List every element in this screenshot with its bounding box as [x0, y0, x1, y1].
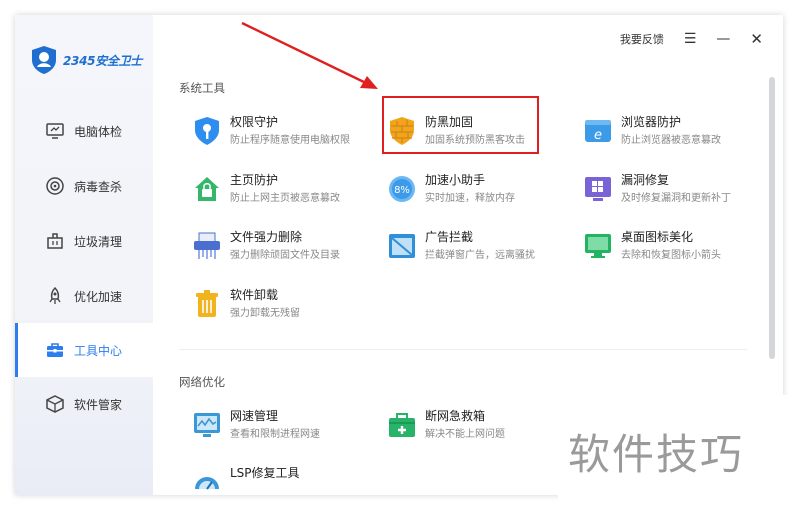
tool-ad-block[interactable]: 广告拦截 拦截弹窗广告，远离骚扰 [387, 228, 577, 268]
tool-software-uninstall[interactable]: 软件卸载 强力卸载无残留 [192, 286, 382, 326]
monitor-icon [46, 123, 64, 139]
tool-desc: 及时修复漏洞和更新补丁 [621, 193, 731, 204]
sidebar-item-cleanup[interactable]: 垃圾清理 [15, 214, 153, 268]
toolbox-icon [47, 343, 63, 357]
tool-name: 桌面图标美化 [621, 230, 694, 244]
tool-desc: 防止上网主页被恶意篡改 [230, 193, 340, 204]
app-logo: 2345安全卫士 [31, 45, 142, 75]
first-aid-kit-icon [389, 413, 415, 437]
svg-text:8%: 8% [394, 185, 410, 196]
sidebar-item-label: 优化加速 [74, 290, 123, 304]
tool-permission-guard[interactable]: 权限守护 防止程序随意使用电脑权限 [192, 113, 382, 153]
sidebar-item-label: 工具中心 [74, 344, 123, 358]
uninstall-bin-icon [196, 290, 218, 317]
section-title-system-tools: 系统工具 [179, 81, 225, 95]
tool-name: 文件强力删除 [230, 230, 303, 244]
rocket-icon [49, 286, 61, 304]
sidebar-item-software-manager[interactable]: 软件管家 [15, 377, 153, 431]
tool-desc: 强力卸载无残留 [230, 308, 300, 319]
active-indicator [15, 323, 18, 377]
watermark-text: 软件技巧 [568, 430, 745, 479]
tool-desc: 强力删除顽固文件及目录 [230, 250, 340, 261]
key-shield-icon [195, 117, 219, 145]
sidebar: 2345安全卫士 电脑体检 病毒查杀 垃圾清理 优化加速 工具中心 软件管家 [15, 15, 153, 495]
feedback-link[interactable]: 我要反馈 [620, 31, 664, 47]
shield-logo-icon [32, 46, 56, 74]
tool-browser-protect[interactable]: e 浏览器防护 防止浏览器被恶意篡改 [583, 113, 773, 153]
minimize-icon[interactable]: — [716, 31, 730, 47]
tool-name: 浏览器防护 [621, 115, 682, 129]
section-title-network: 网络优化 [179, 375, 225, 389]
sidebar-item-label: 电脑体检 [74, 125, 123, 139]
tool-name: 漏洞修复 [621, 173, 670, 187]
browser-shield-icon: e [585, 120, 611, 143]
tool-vulnerability-fix[interactable]: 漏洞修复 及时修复漏洞和更新补丁 [583, 171, 773, 211]
sidebar-item-label: 软件管家 [74, 398, 123, 412]
tool-desc: 防止浏览器被恶意篡改 [621, 135, 721, 146]
tool-desc: 解决不能上网问题 [425, 429, 505, 440]
windows-patch-icon [585, 177, 611, 201]
tool-file-shredder[interactable]: 文件强力删除 强力删除顽固文件及目录 [192, 228, 382, 268]
box-icon [46, 395, 64, 413]
tool-desc: 查看和限制进程网速 [230, 429, 320, 440]
tool-name: 断网急救箱 [425, 409, 486, 423]
speed-ball-icon: 8% [389, 176, 415, 202]
sidebar-item-label: 病毒查杀 [74, 180, 123, 194]
menu-icon[interactable]: ☰ [684, 31, 697, 47]
sidebar-item-tools[interactable]: 工具中心 [15, 323, 153, 377]
tool-desktop-icon-beautify[interactable]: 桌面图标美化 去除和恢复图标小箭头 [583, 228, 773, 268]
desktop-icon [585, 234, 611, 258]
sidebar-item-virus-scan[interactable]: 病毒查杀 [15, 159, 153, 213]
tool-desc: 拦截弹窗广告，远离骚扰 [425, 250, 535, 261]
tool-name: 加速小助手 [425, 173, 486, 187]
vertical-scrollbar[interactable] [769, 77, 775, 359]
tool-name: 主页防护 [230, 173, 279, 187]
tool-desc: 防止程序随意使用电脑权限 [230, 135, 350, 146]
logo-text: 2345安全卫士 [63, 53, 142, 68]
tool-name: LSP修复工具 [230, 466, 300, 480]
tool-network-speed-manager[interactable]: 网速管理 查看和限制进程网速 [192, 407, 382, 447]
gauge-icon [195, 477, 219, 490]
tool-desc: 实时加速，释放内存 [425, 193, 515, 204]
watermark: 软件技巧 [558, 395, 800, 511]
trash-can-icon [47, 233, 63, 249]
shredder-icon [194, 232, 220, 259]
title-bar-controls: 我要反馈 ☰ — ✕ [620, 30, 763, 48]
sidebar-item-checkup[interactable]: 电脑体检 [15, 104, 153, 158]
tool-name: 网速管理 [230, 409, 279, 423]
close-icon[interactable]: ✕ [750, 30, 763, 48]
section-divider [179, 349, 747, 350]
tool-name: 权限守护 [230, 115, 279, 129]
target-icon [46, 177, 64, 195]
sidebar-item-optimize[interactable]: 优化加速 [15, 269, 153, 323]
tool-name: 软件卸载 [230, 288, 279, 302]
tool-name: 广告拦截 [425, 230, 474, 244]
tool-lsp-repair[interactable]: LSP修复工具 [192, 464, 382, 495]
ad-block-icon [389, 234, 415, 258]
highlight-box [382, 96, 539, 154]
network-monitor-icon [194, 413, 220, 437]
tool-speed-helper[interactable]: 8% 加速小助手 实时加速，释放内存 [387, 171, 577, 211]
tool-network-first-aid[interactable]: 断网急救箱 解决不能上网问题 [387, 407, 577, 447]
sidebar-item-label: 垃圾清理 [74, 235, 123, 249]
tool-homepage-protect[interactable]: 主页防护 防止上网主页被恶意篡改 [192, 171, 382, 211]
home-lock-icon [195, 177, 219, 201]
tool-desc: 去除和恢复图标小箭头 [621, 250, 721, 261]
svg-text:e: e [594, 128, 602, 143]
